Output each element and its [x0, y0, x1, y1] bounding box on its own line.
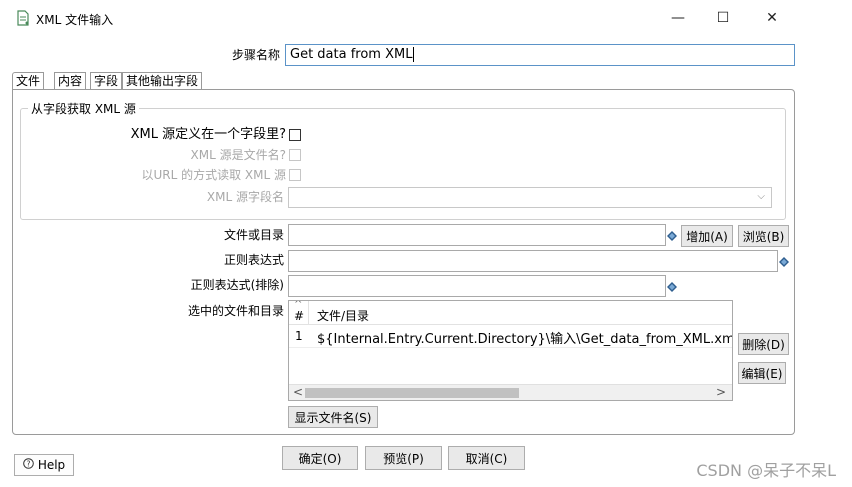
- scrollbar-thumb[interactable]: [305, 388, 519, 398]
- regex-exclude-input[interactable]: [288, 275, 666, 297]
- table-header-num[interactable]: ^ #: [289, 301, 309, 325]
- row-path: ${Internal.Entry.Current.Directory}\输入\G…: [317, 332, 733, 347]
- scroll-left-icon[interactable]: <: [293, 385, 303, 399]
- xml-field-name-label: XML 源字段名: [206, 190, 284, 204]
- xml-field-name-select[interactable]: ⌵: [288, 187, 772, 208]
- table-row-empty: [289, 347, 732, 367]
- add-button-label: 增加(A): [686, 229, 728, 244]
- ok-button-label: 确定(O): [298, 451, 342, 466]
- xml-source-group-legend: 从字段获取 XML 源: [28, 100, 139, 117]
- svg-text:?: ?: [26, 459, 30, 468]
- show-filenames-button-label: 显示文件名(S): [294, 410, 372, 425]
- file-or-dir-label: 文件或目录: [223, 228, 284, 242]
- help-button-label: Help: [37, 458, 66, 472]
- delete-button[interactable]: 删除(D): [738, 333, 789, 355]
- column-header-num: #: [294, 309, 305, 323]
- browse-button[interactable]: 浏览(B): [738, 225, 789, 247]
- tab-content[interactable]: 内容: [54, 72, 87, 90]
- xml-defined-in-field-checkbox[interactable]: [289, 129, 301, 141]
- tab-fields-label: 字段: [94, 74, 119, 88]
- file-or-dir-input[interactable]: [288, 224, 666, 246]
- maximize-button[interactable]: ☐: [703, 4, 743, 32]
- step-name-input[interactable]: Get data from XML: [285, 44, 795, 66]
- variable-icon: [667, 230, 677, 241]
- watermark: CSDN @呆子不呆L: [696, 461, 836, 480]
- add-button[interactable]: 增加(A): [681, 225, 733, 247]
- tab-file-label: 文件: [16, 74, 41, 88]
- edit-button[interactable]: 编辑(E): [738, 362, 786, 384]
- preview-button-label: 预览(P): [383, 451, 424, 466]
- scroll-right-icon[interactable]: >: [716, 385, 726, 399]
- help-button[interactable]: ? Help: [14, 454, 74, 476]
- preview-button[interactable]: 预览(P): [365, 446, 442, 470]
- read-as-url-checkbox[interactable]: [289, 169, 301, 181]
- minimize-icon: —: [671, 10, 685, 26]
- chevron-down-icon: ⌵: [757, 191, 765, 202]
- browse-button-label: 浏览(B): [742, 229, 785, 244]
- xml-defined-in-field-label: XML 源定义在一个字段里?: [130, 127, 286, 142]
- tab-fields[interactable]: 字段: [90, 72, 123, 90]
- step-name-value: Get data from XML: [290, 47, 413, 62]
- xml-is-filename-checkbox[interactable]: [289, 149, 301, 161]
- maximize-icon: ☐: [716, 10, 730, 26]
- variable-icon: [667, 281, 677, 292]
- help-icon: ?: [23, 458, 34, 472]
- delete-button-label: 删除(D): [742, 337, 785, 352]
- tab-file[interactable]: 文件: [12, 72, 45, 90]
- regex-exclude-label: 正则表达式(排除): [190, 278, 284, 292]
- variable-icon: [779, 256, 789, 267]
- window-title: XML 文件输入: [36, 13, 114, 27]
- close-icon: ✕: [766, 10, 778, 26]
- ok-button[interactable]: 确定(O): [282, 446, 358, 470]
- row-num: 1: [295, 329, 303, 343]
- tab-additional-output-fields[interactable]: 其他输出字段: [122, 72, 203, 90]
- tab-additional-output-fields-label: 其他输出字段: [126, 74, 199, 88]
- read-as-url-label: 以URL 的方式读取 XML 源: [141, 168, 286, 182]
- cancel-button-label: 取消(C): [465, 451, 508, 466]
- selected-files-table[interactable]: ^ # 文件/目录 1 ${Internal.Entry.Current.Dir…: [288, 300, 733, 401]
- xml-is-filename-label: XML 源是文件名?: [190, 148, 286, 162]
- horizontal-scrollbar[interactable]: < >: [289, 384, 732, 400]
- table-header: ^ # 文件/目录: [289, 301, 732, 325]
- selected-files-label: 选中的文件和目录: [187, 304, 284, 318]
- table-row[interactable]: 1 ${Internal.Entry.Current.Directory}\输入…: [289, 325, 732, 347]
- column-header-file-dir[interactable]: 文件/目录: [317, 307, 369, 324]
- show-filenames-button[interactable]: 显示文件名(S): [288, 406, 378, 428]
- step-name-label: 步骤名称: [231, 48, 280, 62]
- cancel-button[interactable]: 取消(C): [448, 446, 525, 470]
- close-button[interactable]: ✕: [752, 4, 792, 32]
- tab-content-label: 内容: [58, 74, 83, 88]
- app-icon: [16, 10, 30, 26]
- edit-button-label: 编辑(E): [741, 366, 783, 381]
- minimize-button[interactable]: —: [658, 4, 698, 32]
- regex-label: 正则表达式: [223, 253, 284, 267]
- regex-input[interactable]: [288, 250, 778, 272]
